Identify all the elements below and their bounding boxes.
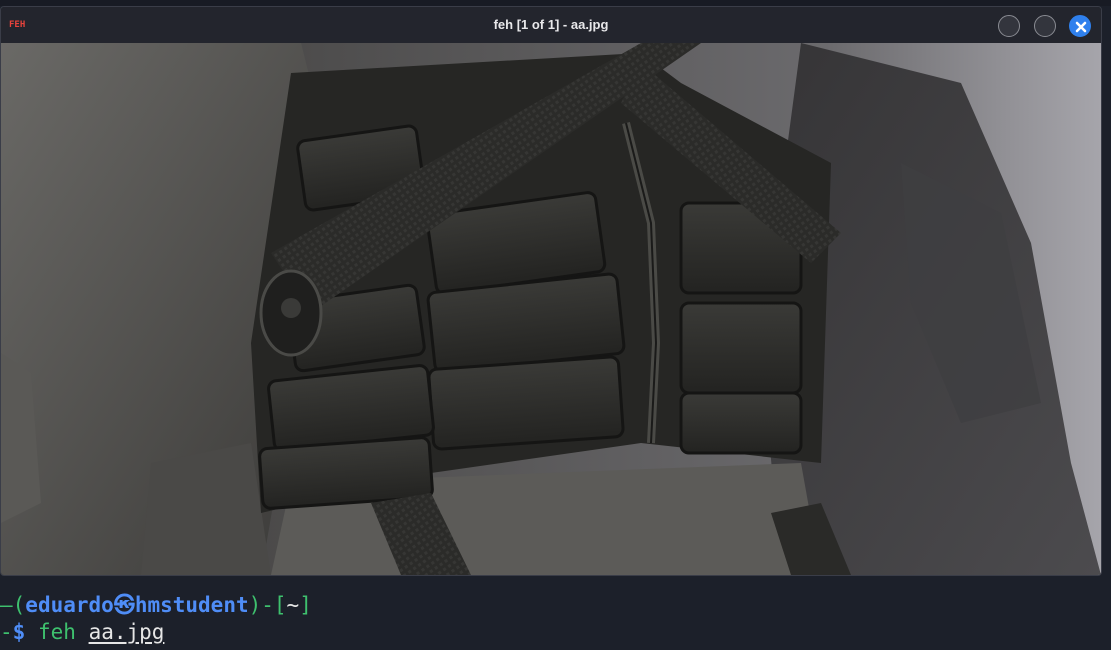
close-button[interactable]: [1069, 15, 1091, 37]
prompt-dollar: $: [12, 620, 26, 644]
feh-image-viewer-window[interactable]: FEH feh [1 of 1] - aa.jpg: [0, 6, 1102, 576]
prompt-host: hmstudent: [134, 593, 249, 617]
prompt-open: —(: [0, 593, 26, 617]
maximize-button[interactable]: [1034, 15, 1056, 37]
prompt-line2-prefix: -: [0, 620, 13, 644]
terminal-output[interactable]: —(eduardo㉿hmstudent)-[~] -$ feh aa.jpg: [0, 582, 1111, 650]
command-name: feh: [37, 620, 76, 644]
prompt-cwd: ~: [286, 593, 300, 617]
prompt-user: eduardo: [25, 593, 114, 617]
prompt-close: ]: [299, 593, 312, 617]
prompt-at-symbol: ㉿: [113, 593, 135, 617]
image-canvas[interactable]: [1, 43, 1101, 575]
window-titlebar[interactable]: FEH feh [1 of 1] - aa.jpg: [1, 7, 1101, 43]
command-line: -$ feh aa.jpg: [0, 619, 164, 646]
desktop: FEH feh [1 of 1] - aa.jpg —(eduardo㉿hmst…: [0, 0, 1111, 650]
tactical-vest-photo: [1, 43, 1101, 575]
prompt-mid: )-[: [248, 593, 287, 617]
close-icon: [1075, 21, 1087, 33]
command-argument: aa.jpg: [88, 620, 165, 644]
window-title: feh [1 of 1] - aa.jpg: [493, 17, 609, 32]
minimize-button[interactable]: [998, 15, 1020, 37]
prompt-line: —(eduardo㉿hmstudent)-[~]: [0, 592, 312, 619]
